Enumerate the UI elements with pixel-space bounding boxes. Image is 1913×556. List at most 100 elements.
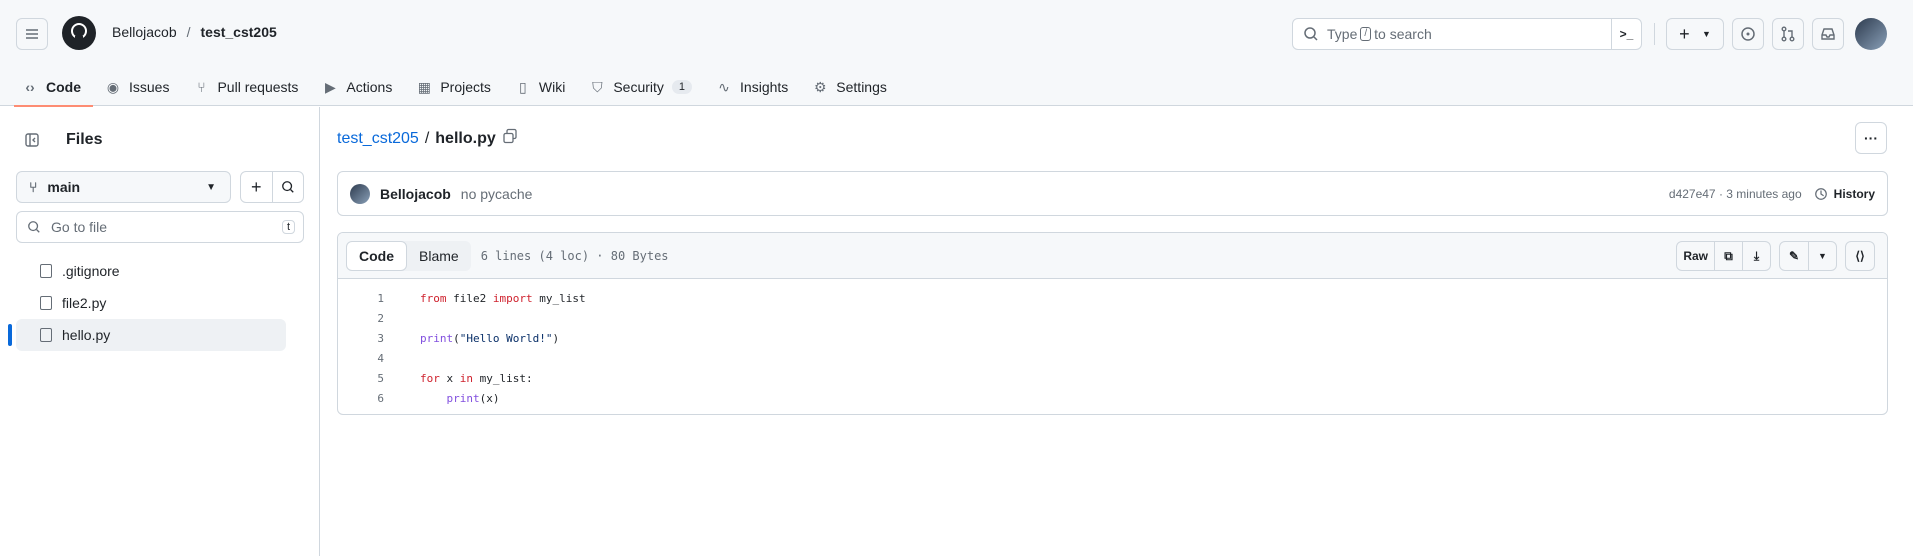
copy-raw-button[interactable]: ⧉ (1714, 242, 1742, 270)
search-prefix: Type (1327, 26, 1358, 42)
author-avatar[interactable] (350, 183, 370, 204)
search-files-button[interactable] (271, 172, 304, 202)
line-source: print(x) (446, 392, 500, 405)
file-icon (40, 264, 52, 278)
file-meta: 6 lines (4 loc) · 80 Bytes (480, 248, 669, 263)
tab-projects[interactable]: ▦ Projects (404, 68, 503, 106)
download-button[interactable]: ⤓ (1742, 242, 1770, 270)
pull-requests-button[interactable] (1772, 18, 1804, 50)
repo-tabs: ‹› Code ◉ Issues ⑂ Pull requests ▶ Actio… (0, 68, 899, 107)
history-button[interactable]: History (1814, 187, 1875, 201)
line-number[interactable]: 4 (338, 349, 394, 369)
copy-icon: ⧉ (1724, 248, 1733, 263)
table-icon: ▦ (417, 78, 431, 95)
line-number[interactable]: 3 (338, 329, 394, 349)
gear-icon: ⚙ (814, 78, 827, 95)
tab-insights[interactable]: ∿ Insights (704, 68, 800, 106)
file-tree-item[interactable]: file2.py (16, 287, 286, 319)
inbox-button[interactable] (1812, 18, 1844, 50)
tab-actions[interactable]: ▶ Actions (310, 68, 404, 106)
file-tree-item-selected[interactable]: hello.py (8, 319, 286, 351)
more-options-button[interactable]: ··· (1855, 122, 1887, 154)
commit-author[interactable]: Bellojacob (380, 186, 451, 202)
edit-dropdown-button[interactable]: ▼ (1808, 242, 1836, 270)
inbox-icon (1821, 28, 1835, 40)
file-name: .gitignore (62, 263, 120, 279)
owner-link[interactable]: Bellojacob (112, 24, 177, 40)
tab-label: Insights (740, 79, 789, 95)
edit-button[interactable]: ✎ (1780, 242, 1808, 270)
file-name-heading: hello.py (435, 129, 496, 147)
edit-actions-group: ✎ ▼ (1779, 241, 1837, 271)
code-line: 2 (338, 309, 1887, 329)
file-tree-item[interactable]: .gitignore (16, 255, 286, 287)
file-icon (40, 296, 52, 310)
code-line: 6 print(x) (338, 389, 1887, 409)
git-branch-icon: ⑂ (29, 179, 38, 195)
line-number[interactable]: 5 (338, 369, 394, 389)
terminal-icon: >_ (1619, 27, 1634, 41)
raw-actions-group: Raw ⧉ ⤓ (1676, 241, 1771, 271)
create-new-button[interactable]: + ▼ (1666, 18, 1724, 50)
search-input[interactable]: Type / to search >_ (1292, 18, 1642, 50)
chevron-down-icon: ▼ (206, 181, 216, 193)
go-to-file-input[interactable]: Go to file t (16, 211, 304, 243)
github-logo-icon[interactable] (62, 16, 96, 50)
pull-request-icon: ⑂ (197, 79, 206, 95)
line-number[interactable]: 2 (338, 309, 394, 329)
security-count-badge: 1 (671, 80, 693, 94)
search-icon (28, 221, 40, 233)
commit-message[interactable]: no pycache (461, 186, 533, 202)
code-view-button[interactable]: Code (346, 240, 407, 271)
search-icon (1304, 27, 1318, 41)
sidebar-title: Files (66, 131, 103, 148)
blame-view-button[interactable]: Blame (407, 241, 471, 271)
code-line: 5 for x in my_list: (338, 369, 1887, 389)
tab-label: Actions (346, 79, 393, 95)
collapse-sidebar-button[interactable] (16, 124, 48, 156)
symbols-button[interactable]: ⟨⟩ (1845, 241, 1875, 271)
file-name: hello.py (62, 327, 111, 343)
tab-label: Code (46, 79, 81, 95)
copy-icon[interactable] (502, 128, 518, 149)
tab-security[interactable]: ⛉ Security 1 (577, 68, 704, 106)
tab-pull-requests[interactable]: ⑂ Pull requests (181, 68, 310, 106)
code-icon: ‹› (25, 79, 35, 95)
tab-issues[interactable]: ◉ Issues (93, 68, 181, 106)
repo-link[interactable]: test_cst205 (201, 24, 277, 40)
user-avatar[interactable] (1855, 18, 1887, 50)
go-to-file-shortcut: t (281, 220, 295, 234)
raw-button[interactable]: Raw (1677, 242, 1714, 270)
repo-header: Bellojacob / test_cst205 Type / to searc… (0, 0, 1913, 107)
command-palette-button[interactable]: >_ (1611, 18, 1641, 50)
tab-code[interactable]: ‹› Code (0, 68, 93, 107)
branch-selector[interactable]: ⑂ main ▼ (16, 171, 231, 203)
commit-sha-time[interactable]: d427e47 · 3 minutes ago (1669, 187, 1802, 201)
view-toggle: Code Blame (346, 240, 471, 271)
menu-button[interactable] (16, 18, 48, 50)
kebab-icon: ··· (1864, 130, 1878, 146)
line-source: from file2 import my_list (420, 292, 586, 305)
code-lines: 1 from file2 import my_list 2 3 print("H… (338, 279, 1887, 409)
search-shortcut: / (1360, 27, 1372, 41)
plus-icon: + (1679, 23, 1690, 44)
tab-label: Security (613, 79, 664, 95)
breadcrumb: Bellojacob / test_cst205 (112, 24, 277, 40)
pull-request-icon (1781, 26, 1795, 42)
add-file-button[interactable]: + (241, 172, 272, 202)
issues-button[interactable] (1732, 18, 1764, 50)
chevron-down-icon: ▼ (1818, 251, 1827, 261)
line-number[interactable]: 6 (338, 389, 394, 409)
tab-settings[interactable]: ⚙ Settings (800, 68, 899, 106)
divider (1654, 23, 1655, 45)
line-source: for x in my_list: (420, 372, 533, 385)
top-bar: Bellojacob / test_cst205 Type / to searc… (0, 0, 1913, 68)
file-name: file2.py (62, 295, 107, 311)
file-tree: .gitignore file2.py hello.py (8, 255, 286, 351)
line-number[interactable]: 1 (338, 289, 394, 309)
plus-icon: + (250, 176, 262, 197)
tab-wiki[interactable]: ▯ Wiki (503, 68, 577, 106)
search-suffix: to search (1374, 26, 1432, 42)
history-label: History (1833, 186, 1875, 201)
repo-root-link[interactable]: test_cst205 (337, 130, 419, 148)
